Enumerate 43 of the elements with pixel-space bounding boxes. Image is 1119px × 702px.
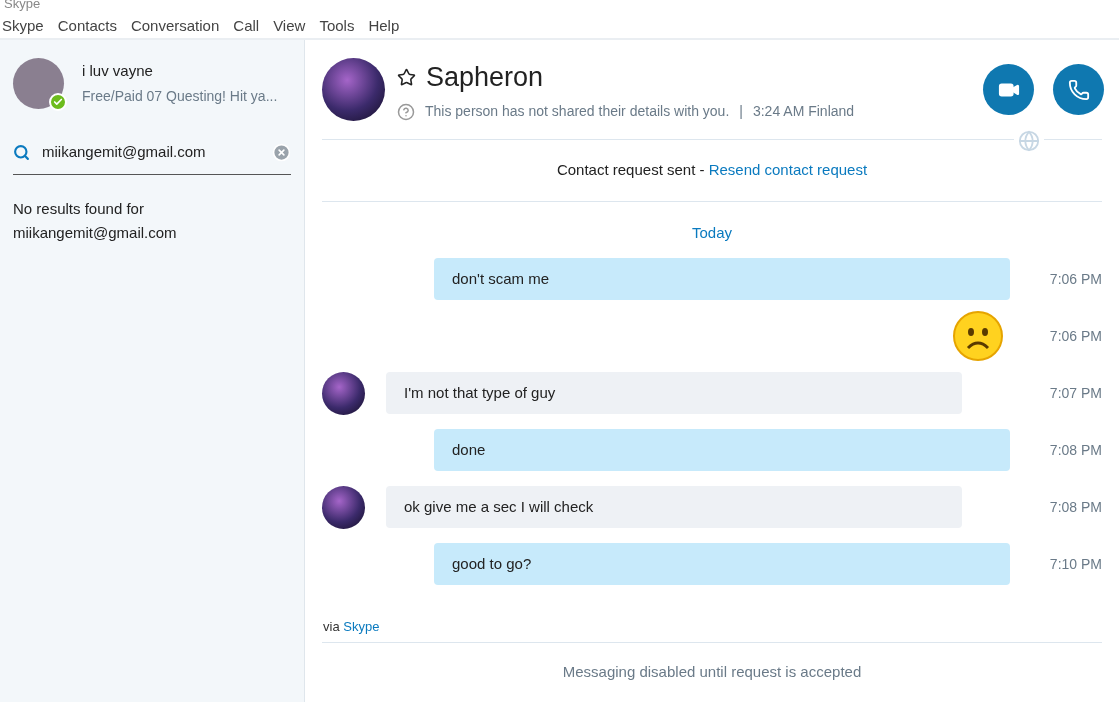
menu-item[interactable]: Help <box>367 14 401 38</box>
resend-request-link[interactable]: Resend contact request <box>708 161 868 179</box>
menu-item[interactable]: Call <box>232 14 261 38</box>
outgoing-message-bubble: good to go? <box>434 542 1010 586</box>
sad-face-emoji <box>952 310 1004 362</box>
menu-item[interactable]: Skype <box>1 14 45 38</box>
via-label: via Skype <box>323 617 381 636</box>
outgoing-message-bubble: done <box>434 428 1010 472</box>
no-results-message: No results found for miikangemit@gmail.com <box>13 198 178 243</box>
search-icon <box>13 143 30 161</box>
menu-item[interactable]: Conversation <box>129 14 221 38</box>
call-button[interactable] <box>1053 64 1104 115</box>
separator: | <box>739 102 743 122</box>
message-time: 7:06 PM <box>1048 326 1102 346</box>
help-icon <box>397 102 415 121</box>
contact-request-notice: Contact request sent - Resend contact request <box>556 160 868 181</box>
outgoing-message-bubble: don't scam me <box>434 257 1010 301</box>
profile-avatar[interactable] <box>13 58 64 109</box>
day-separator: Today <box>692 223 732 243</box>
message-time: 7:10 PM <box>1048 554 1102 574</box>
contact-name: Sapheron <box>426 60 544 94</box>
contact-details: This person has not shared their details with you. <box>425 102 730 122</box>
mood-message: Free/Paid 07 Questing! Hit ya... <box>82 87 278 107</box>
clear-icon <box>272 142 291 162</box>
messaging-disabled-notice: Messaging disabled until request is accepted <box>562 662 862 683</box>
video-call-button[interactable] <box>983 64 1034 115</box>
profile-name: i luv vayne <box>82 60 154 81</box>
message-time: 7:06 PM <box>1048 269 1102 289</box>
message-time: 7:07 PM <box>1048 383 1102 403</box>
contact-avatar <box>322 371 365 415</box>
search-field[interactable]: miikangemit@gmail.com <box>42 141 260 164</box>
menu-item[interactable]: Contacts <box>56 14 118 38</box>
menu-item[interactable]: View <box>272 14 307 38</box>
message-time: 7:08 PM <box>1048 440 1102 460</box>
contact-avatar <box>322 485 365 529</box>
contact-local-time: 3:24 AM Finland <box>752 102 855 122</box>
message-time: 7:08 PM <box>1048 497 1102 517</box>
favorite-star-icon[interactable] <box>397 67 416 87</box>
phone-icon <box>1067 78 1090 101</box>
menu-item[interactable]: Tools <box>318 14 356 38</box>
incoming-message-bubble: I'm not that type of guy <box>386 371 962 415</box>
skype-link[interactable]: Skype <box>343 618 380 634</box>
incoming-message-bubble: ok give me a sec I will check <box>386 485 962 529</box>
